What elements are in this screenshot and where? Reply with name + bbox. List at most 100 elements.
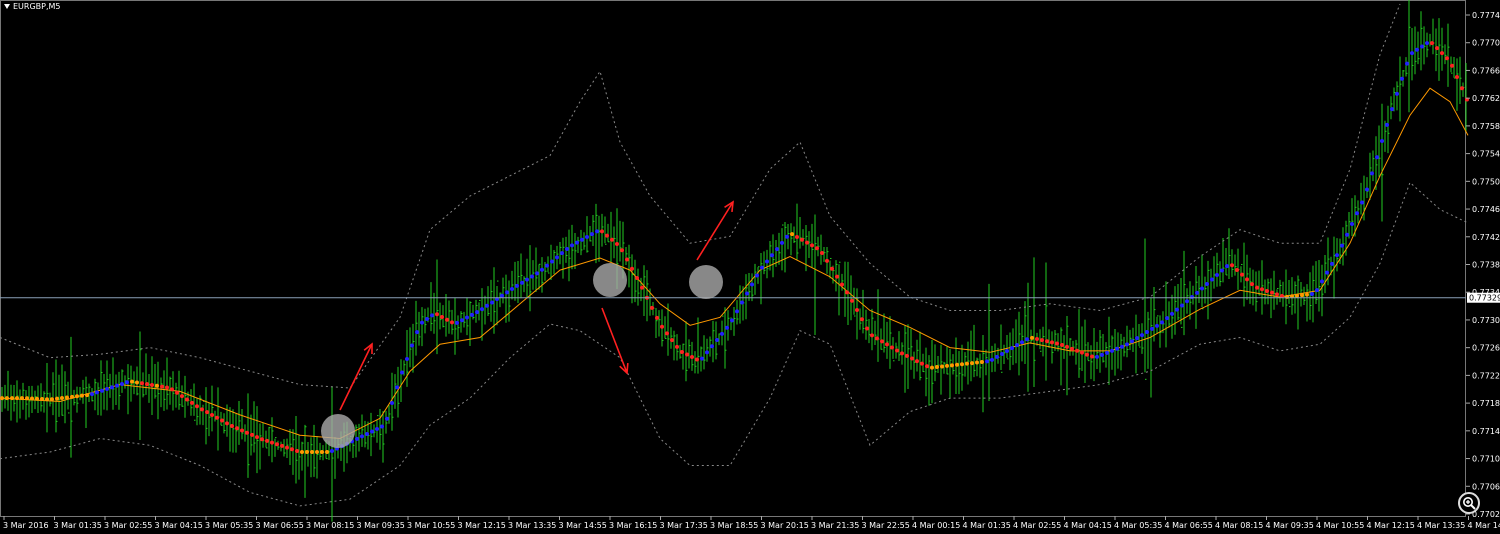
trend-dot (115, 383, 119, 388)
trend-dot (610, 237, 614, 242)
trend-dot (485, 303, 489, 308)
trend-dot (425, 316, 429, 321)
annotation-arrow (339, 343, 373, 411)
trend-dot (1215, 273, 1219, 278)
annotation-circle (321, 414, 355, 448)
zoom-button[interactable] (1458, 492, 1480, 514)
trend-dot (445, 317, 449, 322)
trend-dot (555, 255, 559, 260)
trend-dot (420, 320, 424, 325)
trend-dot (600, 229, 604, 234)
trend-dot (430, 313, 434, 318)
time-axis-label: 3 Mar 20:15 (761, 521, 809, 530)
time-axis-label: 3 Mar 02:55 (104, 521, 152, 530)
price-axis-label: 0.77305 (1472, 316, 1500, 325)
trend-dot (620, 248, 624, 253)
trend-dot (1120, 344, 1124, 349)
trend-dot (1325, 270, 1329, 275)
trend-dot (765, 259, 769, 264)
trend-dot (900, 351, 904, 356)
price-axis-label: 0.77585 (1472, 122, 1500, 131)
trend-dot (200, 407, 204, 412)
trend-dot (280, 443, 284, 448)
trend-dot (165, 385, 169, 390)
time-axis-label: 3 Mar 16:15 (609, 521, 657, 530)
trend-dot (545, 263, 549, 268)
time-axis-label: 3 Mar 08:15 (306, 521, 354, 530)
trend-dot (740, 300, 744, 305)
trend-dot (0, 396, 4, 401)
trend-dot (180, 394, 184, 399)
trend-dot (415, 330, 419, 335)
trend-dot (875, 336, 879, 341)
trend-dot (395, 385, 399, 390)
trend-dot (1025, 337, 1029, 342)
trend-dot (1425, 41, 1429, 46)
trend-dot (1260, 287, 1264, 292)
trend-dot (670, 338, 674, 343)
trend-dot (1180, 303, 1184, 308)
trend-dot (630, 266, 634, 271)
time-axis-label: 4 Mar 05:35 (1114, 521, 1162, 530)
triangle-down-icon[interactable] (4, 4, 10, 9)
time-axis-label: 3 Mar 04:15 (155, 521, 203, 530)
time-axis-label: 3 Mar 06:55 (256, 521, 304, 530)
trend-dot (1030, 335, 1034, 340)
trend-dot (560, 251, 564, 256)
trend-dot (685, 352, 689, 357)
trend-dot (1285, 294, 1289, 299)
trend-dot (1145, 330, 1149, 335)
trend-dot (370, 429, 374, 434)
time-axis-label: 4 Mar 01:35 (963, 521, 1011, 530)
trend-dot (305, 450, 309, 454)
trend-dot (1115, 346, 1119, 351)
trend-dot (1420, 44, 1424, 49)
trend-dot (1435, 46, 1439, 51)
trend-dot (1275, 292, 1279, 297)
trend-dot (1225, 264, 1229, 269)
trend-dot (1330, 261, 1334, 266)
lower-band-line (0, 181, 1469, 507)
trend-dot (15, 396, 19, 401)
trend-dot (680, 349, 684, 354)
price-axis-label: 0.77265 (1472, 344, 1500, 353)
trend-dot (1265, 288, 1269, 293)
time-axis-label: 3 Mar 17:35 (660, 521, 708, 530)
time-axis-label: 4 Mar 06:55 (1165, 521, 1213, 530)
trend-dot (840, 282, 844, 287)
price-axis-label: 0.77425 (1472, 233, 1500, 242)
trend-dot (515, 283, 519, 288)
trend-dot (1155, 323, 1159, 328)
trend-dot (100, 388, 104, 393)
trend-dot (170, 387, 174, 392)
price-axis-label: 0.77665 (1472, 66, 1500, 75)
trend-dot (20, 396, 24, 401)
trend-dot (75, 394, 79, 399)
trend-dot (1230, 263, 1234, 268)
trend-dot (820, 251, 824, 256)
chart-area[interactable]: 0.77745 0.77705 0.77665 0.77625 0.77585 0.775… (0, 0, 1500, 534)
trend-dot (990, 357, 994, 362)
trend-dot (910, 356, 914, 361)
trend-dot (520, 280, 524, 285)
trend-dot (1200, 286, 1204, 291)
trend-dot (1255, 285, 1259, 290)
price-chart[interactable]: 0.77745 0.77705 0.77665 0.77625 0.77585 0.775… (0, 0, 1500, 534)
trend-dot (935, 365, 939, 370)
trend-dot (1365, 187, 1369, 192)
symbol-label[interactable]: EURGBP,M5 (4, 2, 61, 11)
trend-dot (1415, 47, 1419, 52)
trend-dot (1050, 340, 1054, 345)
trend-dot (975, 360, 979, 365)
price-axis-label: 0.77705 (1472, 39, 1500, 48)
time-axis-label: 3 Mar 2016 (3, 521, 49, 530)
trend-dot (590, 232, 594, 237)
trend-dot (1455, 74, 1459, 79)
trend-dot (1010, 346, 1014, 351)
trend-dot (1410, 51, 1414, 56)
trend-dot (1440, 51, 1444, 56)
trend-dot (690, 355, 694, 360)
trend-dot (330, 449, 334, 454)
trend-dot (950, 363, 954, 368)
trend-dot (565, 247, 569, 252)
